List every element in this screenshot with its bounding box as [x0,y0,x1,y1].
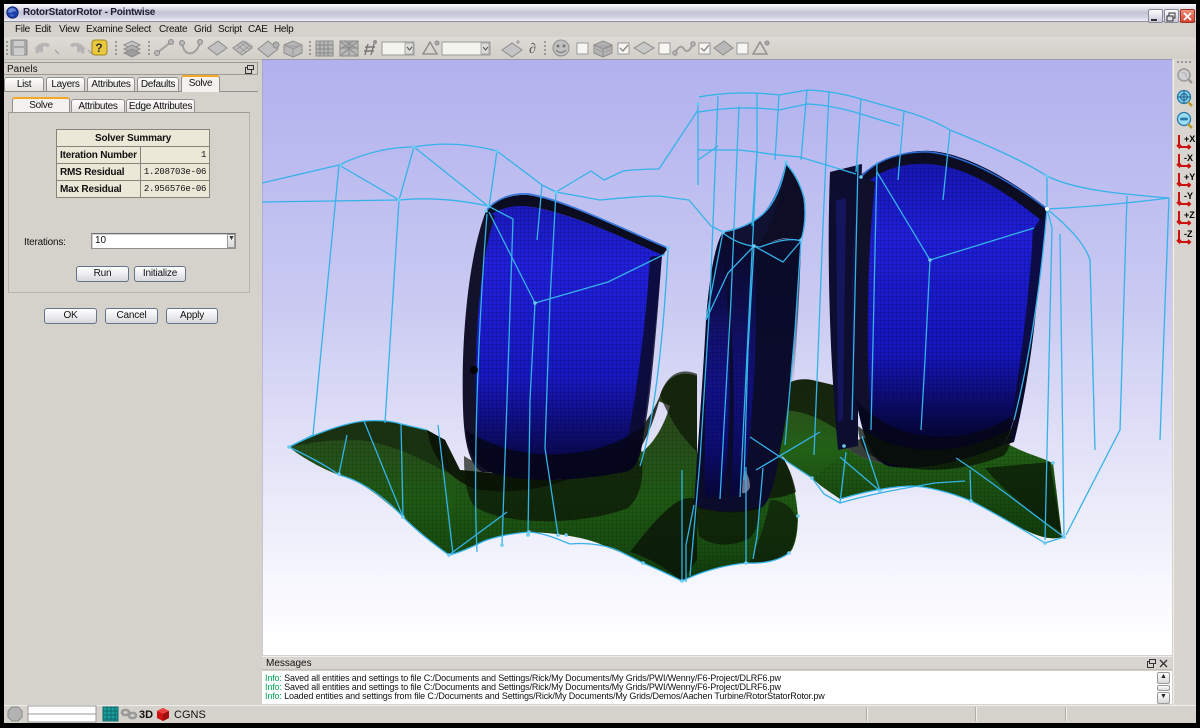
svg-text:+Y: +Y [1184,172,1195,182]
svg-text:∂: ∂ [529,42,536,57]
svg-text:+X: +X [1184,134,1195,144]
svg-text:+Z: +Z [1184,210,1195,220]
svg-text:-Y: -Y [1184,191,1193,201]
svg-text:-X: -X [1184,153,1193,163]
svg-text:?: ? [95,41,102,55]
svg-text:-Z: -Z [1184,229,1193,239]
